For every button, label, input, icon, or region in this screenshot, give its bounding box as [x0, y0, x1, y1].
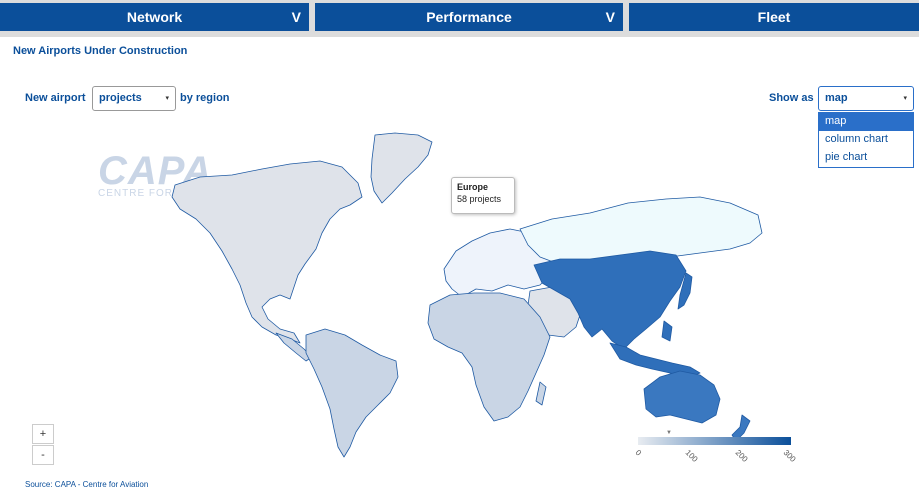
tab-network[interactable]: Network V [0, 3, 309, 31]
tab-performance[interactable]: Performance V [315, 3, 623, 31]
map-region-greenland[interactable] [370, 132, 433, 204]
chevron-down-icon: V [291, 9, 301, 25]
tooltip-region: Europe [457, 182, 489, 192]
source-note: Source: CAPA - Centre for Aviation [25, 480, 149, 489]
color-legend-bar [638, 437, 791, 445]
tab-performance-label: Performance [426, 9, 512, 25]
map-region-south-america[interactable] [305, 328, 399, 458]
map-region-philippines[interactable] [661, 320, 673, 342]
map-region-australia[interactable] [643, 370, 721, 424]
legend-marker-icon: ▼ [666, 430, 672, 436]
tab-fleet-label: Fleet [757, 9, 791, 25]
world-map [171, 132, 763, 458]
map-region-africa[interactable] [427, 292, 551, 422]
map-region-north-america[interactable] [171, 160, 363, 344]
map-region-madagascar[interactable] [535, 381, 547, 406]
content-panel: New Airports Under Construction New airp… [0, 37, 919, 493]
minus-icon: - [41, 449, 45, 461]
zoom-in-button[interactable]: + [32, 424, 54, 444]
chevron-down-icon: V [605, 9, 615, 25]
tooltip-value: 58 projects [457, 194, 502, 204]
plus-icon: + [39, 428, 47, 440]
tab-fleet[interactable]: Fleet [629, 3, 919, 31]
tab-network-label: Network [126, 9, 183, 25]
map-tooltip: Europe 58 projects [451, 177, 515, 214]
zoom-out-button[interactable]: - [32, 445, 54, 465]
